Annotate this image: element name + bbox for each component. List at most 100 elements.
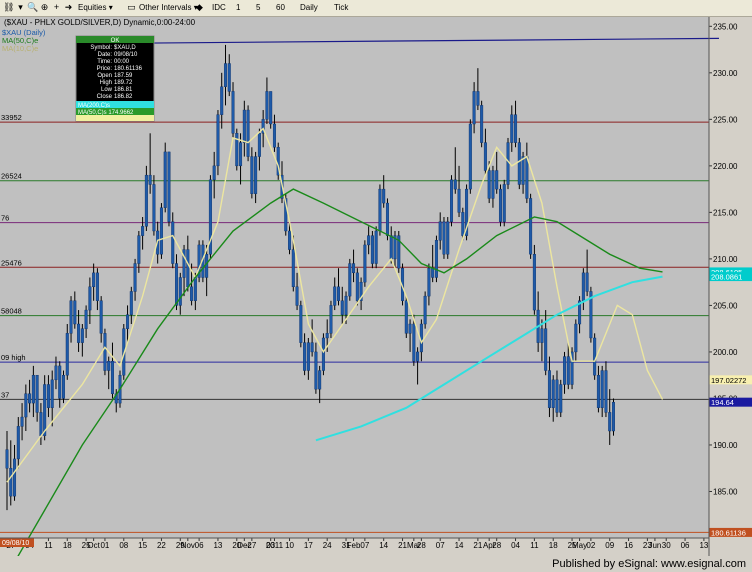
price-bar: [370, 230, 374, 269]
price-bar: [299, 300, 303, 348]
x-tick-label: 14: [379, 541, 388, 550]
svg-text:197.02272: 197.02272: [711, 376, 746, 385]
interval-button-60[interactable]: 60: [276, 2, 285, 14]
x-tick-label: 28: [417, 541, 426, 550]
price-bar: [62, 370, 66, 404]
x-tick-label: 08: [119, 541, 128, 550]
price-bar: [532, 244, 536, 315]
x-tick-label: 18: [63, 541, 72, 550]
x-tick-label: 21: [473, 541, 482, 550]
price-bar: [216, 110, 220, 176]
price-bar: [397, 230, 401, 273]
x-tick-label: Feb: [347, 541, 361, 550]
x-tick-label: 04: [511, 541, 520, 550]
price-bar: [589, 286, 593, 343]
x-tick-label: 07: [360, 541, 369, 550]
y-tick-label: 225.00: [713, 115, 738, 124]
price-bar: [468, 119, 472, 194]
level-label-5: 09 high: [1, 353, 26, 362]
price-bar: [442, 217, 446, 259]
data-window[interactable]: OK Symbol: $XAU,DDate: 09/08/10Time: 00:00P…: [75, 35, 155, 122]
x-tick-label: 13: [213, 541, 222, 550]
y-tick-label: 200.00: [713, 348, 738, 357]
price-bar: [423, 291, 427, 329]
price-bar: [355, 268, 359, 306]
y-tick-label: 185.00: [713, 487, 738, 496]
link-icon[interactable]: ⛓: [3, 2, 14, 13]
zoom-icon[interactable]: ⊕: [39, 2, 50, 13]
x-tick-label: 27: [247, 541, 256, 550]
x-tick-label: May: [572, 541, 587, 550]
other-intervals-menu[interactable]: Other Intervals ▾: [139, 2, 198, 14]
svg-text:208.0861: 208.0861: [711, 273, 742, 282]
interval-button-daily[interactable]: Daily: [300, 2, 318, 14]
price-axis-panel: [709, 17, 752, 556]
magnifier-icon[interactable]: 🔍: [27, 2, 38, 13]
data-window-value: $XAU,D: [114, 45, 136, 51]
x-tick-label: 18: [549, 541, 558, 550]
legend-ma10: MA(10,C)e: [2, 44, 38, 53]
data-window-label: Low: [101, 87, 113, 93]
data-window-label: Date:: [98, 52, 113, 58]
settings-icon[interactable]: ◆: [194, 2, 205, 13]
x-tick-label: 06: [681, 541, 690, 550]
data-window-value: 186.82: [114, 94, 133, 100]
symbol-dropdown-icon[interactable]: ▾: [15, 2, 26, 13]
x-tick-label: 02: [586, 541, 595, 550]
data-window-label: Open: [97, 73, 112, 79]
level-label-3: 25476: [1, 258, 22, 267]
interval-button-5[interactable]: 5: [256, 2, 260, 14]
x-tick-label: 24: [323, 541, 332, 550]
price-chart[interactable]: 33952 26524 76 25476 58048 09 high 37 185.00 19…: [0, 17, 752, 556]
price-tag: 197.02272: [709, 375, 752, 385]
price-bar: [276, 142, 280, 180]
svg-text:09/08/10: 09/08/10: [2, 540, 29, 547]
level-label-2: 76: [1, 214, 9, 223]
svg-text:194.64: 194.64: [711, 398, 734, 407]
data-window-label: Time:: [97, 59, 112, 65]
arrow-icon[interactable]: ➜: [63, 2, 74, 13]
interval-button-1[interactable]: 1: [236, 2, 240, 14]
toolbar: ⛓ ▾ 🔍 ⊕ + ➜ Equities ▾ ▭ Other Intervals…: [0, 0, 752, 17]
data-window-value: 09/08/10: [114, 52, 138, 58]
y-tick-label: 235.00: [713, 22, 738, 31]
data-window-label: Price:: [97, 66, 113, 72]
price-bar: [517, 137, 521, 190]
y-tick-label: 205.00: [713, 301, 738, 310]
price-bar: [363, 240, 367, 287]
x-tick-label: 11: [44, 541, 53, 550]
data-window-value: 00:00: [114, 59, 130, 65]
y-tick-label: 190.00: [713, 441, 738, 450]
price-bar: [506, 137, 510, 190]
svg-text:180.61136: 180.61136: [711, 528, 746, 537]
x-tick-label: Nov: [181, 541, 195, 550]
data-window-label: Close: [97, 94, 113, 100]
x-tick-label: 11: [530, 541, 539, 550]
x-tick-label: 07: [436, 541, 445, 550]
folder-icon[interactable]: ▭: [126, 2, 137, 13]
equities-menu[interactable]: Equities ▾: [78, 2, 113, 14]
interval-button-idc[interactable]: IDC: [212, 2, 226, 14]
x-tick-label: Oct: [87, 541, 100, 550]
price-bar: [404, 296, 408, 338]
x-tick-label: 13: [699, 541, 708, 550]
price-bar: [103, 328, 107, 376]
price-tag: 194.64: [709, 397, 752, 407]
level-label-0: 33952: [1, 113, 22, 122]
price-bar: [208, 175, 212, 259]
x-tick-label: 06: [195, 541, 204, 550]
level-label-4: 58048: [1, 307, 22, 316]
price-bar: [593, 333, 597, 380]
data-window-label: Symbol:: [90, 45, 112, 51]
price-bar: [611, 398, 615, 436]
price-bar: [378, 184, 382, 236]
price-bar: [329, 300, 333, 338]
data-window-value: 187.59: [114, 73, 133, 79]
level-label-6: 37: [1, 390, 9, 399]
price-bar: [269, 91, 273, 129]
data-window-header: OK: [111, 38, 120, 44]
interval-button-tick[interactable]: Tick: [334, 2, 348, 14]
x-tick-label: 28: [492, 541, 501, 550]
first-date-tag: 09/08/10: [0, 538, 34, 547]
crosshair-icon[interactable]: +: [51, 2, 62, 13]
